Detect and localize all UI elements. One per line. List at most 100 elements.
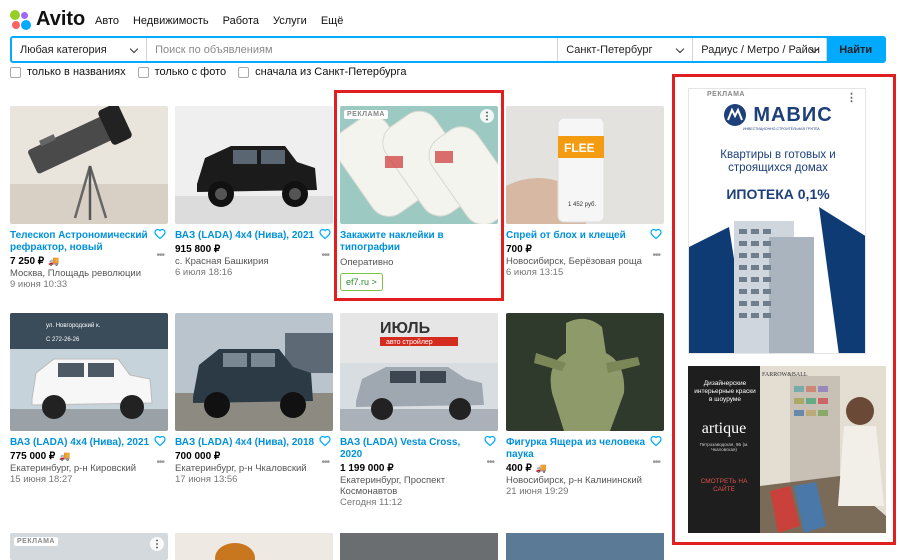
nav-auto[interactable]: Авто bbox=[95, 15, 119, 27]
photo-sign-2: С 272-26-26 bbox=[46, 337, 80, 343]
avito-logo[interactable]: Avito bbox=[10, 8, 85, 31]
more-options-icon[interactable]: ••• bbox=[156, 457, 164, 468]
favorite-heart-icon[interactable] bbox=[154, 228, 166, 240]
listing-location: Москва, Площадь революции bbox=[10, 268, 142, 279]
ad-photo-partial[interactable]: РЕКЛАМА ⋮ bbox=[10, 533, 168, 560]
listing-price: 7 250 ₽ 🚚 bbox=[10, 256, 168, 267]
more-options-icon[interactable]: ••• bbox=[156, 250, 164, 261]
listing-location: Екатеринбург, р-н Чкаловский bbox=[175, 463, 307, 474]
search-filters: только в названиях только с фото сначала… bbox=[10, 66, 406, 78]
listing-title[interactable]: ВАЗ (LADA) Vesta Cross, 2020 bbox=[340, 437, 480, 461]
photo-banner-2: авто стройлер bbox=[386, 338, 433, 346]
checkbox-icon[interactable] bbox=[238, 66, 250, 78]
avito-logo-icon bbox=[10, 9, 32, 31]
ad-label: РЕКЛАМА bbox=[344, 110, 388, 119]
more-options-icon[interactable]: ⋮ bbox=[480, 109, 494, 123]
checkbox-icon[interactable] bbox=[10, 66, 21, 78]
category-select[interactable]: Любая категория bbox=[12, 38, 148, 61]
more-options-icon[interactable]: ⋮ bbox=[150, 537, 164, 551]
more-options-icon[interactable]: ••• bbox=[321, 250, 329, 261]
radius-select[interactable]: Радиус / Метро / Район bbox=[693, 38, 828, 61]
filter-label: сначала из Санкт-Петербурга bbox=[255, 66, 407, 78]
search-input[interactable] bbox=[155, 43, 558, 56]
listing-photo[interactable]: ИЮЛЬ авто стройлер bbox=[340, 313, 498, 431]
listing-title[interactable]: Фигурка Ящера из человека паука bbox=[506, 437, 646, 461]
listing-card[interactable]: ул. Новгородский к. С 272-26-26 ВАЗ (LAD… bbox=[10, 313, 168, 485]
listing-date: Сегодня 11:12 bbox=[340, 497, 403, 508]
listing-photo-partial[interactable] bbox=[175, 533, 333, 560]
city-select[interactable]: Санкт-Петербург bbox=[558, 38, 694, 61]
nav-realty[interactable]: Недвижимость bbox=[133, 15, 209, 27]
listing-photo[interactable]: FLEE 1 452 руб. bbox=[506, 106, 664, 224]
mavis-text: Квартиры в готовых и строящихся домах bbox=[720, 149, 836, 174]
favorite-heart-icon[interactable] bbox=[650, 435, 662, 447]
listing-title[interactable]: Телескоп Астрономический рефрактор, новы… bbox=[10, 230, 150, 254]
listing-location: Екатеринбург, р-н Кировский bbox=[10, 463, 137, 474]
search-bar: Любая категория Санкт-Петербург Радиус /… bbox=[10, 36, 886, 63]
ad-title[interactable]: Закажите наклейки в типографии bbox=[340, 230, 480, 254]
listing-card[interactable]: Телескоп Астрономический рефрактор, новы… bbox=[10, 106, 168, 290]
listing-title[interactable]: Спрей от блох и клещей bbox=[506, 230, 646, 242]
listing-card[interactable]: ВАЗ (LADA) 4x4 (Нива), 2021 915 800 ₽ с.… bbox=[175, 106, 333, 278]
ad-banner-artique[interactable]: FARROW&BALL Дизайнерские интерьерные кра… bbox=[688, 366, 886, 533]
radius-select-value: Радиус / Метро / Район bbox=[701, 43, 820, 56]
artique-cta[interactable]: СМОТРЕТЬ НА САЙТЕ bbox=[694, 478, 754, 494]
artique-brand: artique bbox=[701, 420, 747, 437]
listing-title[interactable]: ВАЗ (LADA) 4x4 (Нива), 2018 bbox=[175, 437, 315, 449]
listing-price: 775 000 ₽ 🚚 bbox=[10, 451, 168, 462]
listing-date: 15 июня 18:27 bbox=[10, 474, 73, 485]
listing-photo[interactable] bbox=[10, 106, 168, 224]
farrow-ball-brand: FARROW&BALL bbox=[762, 372, 808, 378]
filter-label: только с фото bbox=[154, 66, 227, 78]
listing-location: Екатеринбург, Проспект Космонавтов bbox=[340, 475, 446, 497]
listing-price-value: 1 199 000 ₽ bbox=[340, 463, 394, 474]
listing-location: Новосибирск, р-н Калининский bbox=[506, 475, 642, 486]
mavis-brand: МАВИС bbox=[753, 103, 833, 126]
listing-price-value: 7 250 ₽ bbox=[10, 256, 45, 267]
filter-spb-first[interactable]: сначала из Санкт-Петербурга bbox=[238, 66, 406, 78]
filter-titles-only[interactable]: только в названиях bbox=[10, 66, 126, 78]
listing-card[interactable]: Фигурка Ящера из человека паука 400 ₽ 🚚 Н… bbox=[506, 313, 664, 497]
listing-date: 21 июня 19:29 bbox=[506, 486, 569, 497]
listing-price: 700 000 ₽ bbox=[175, 451, 333, 462]
nav-services[interactable]: Услуги bbox=[273, 15, 307, 27]
listing-date: 6 июля 13:15 bbox=[506, 267, 564, 278]
search-button[interactable]: Найти bbox=[827, 38, 884, 61]
listing-photo[interactable] bbox=[175, 313, 333, 431]
listing-title[interactable]: ВАЗ (LADA) 4x4 (Нива), 2021 bbox=[175, 230, 315, 242]
ad-photo[interactable]: РЕКЛАМА ⋮ bbox=[340, 106, 498, 224]
listing-card[interactable]: ИЮЛЬ авто стройлер ВАЗ (LADA) Vesta Cros… bbox=[340, 313, 498, 508]
listing-price-value: 700 ₽ bbox=[506, 244, 532, 255]
more-options-icon[interactable]: ••• bbox=[321, 457, 329, 468]
ad-banner-mavis[interactable]: РЕКЛАМА ⋮ МАВИС ИНВЕСТИЦИОННО-СТРОИТЕЛЬН… bbox=[688, 88, 866, 354]
nav-more[interactable]: Ещё bbox=[321, 15, 344, 27]
listing-card[interactable]: FLEE 1 452 руб. Спрей от блох и клещей 7… bbox=[506, 106, 664, 278]
listing-photo[interactable]: ул. Новгородский к. С 272-26-26 bbox=[10, 313, 168, 431]
favorite-heart-icon[interactable] bbox=[154, 435, 166, 447]
filter-with-photo[interactable]: только с фото bbox=[137, 66, 227, 78]
more-options-icon[interactable]: ••• bbox=[652, 457, 660, 468]
listing-title[interactable]: ВАЗ (LADA) 4x4 (Нива), 2021 bbox=[10, 437, 150, 449]
listing-photo-partial[interactable] bbox=[506, 533, 664, 560]
more-options-icon[interactable]: ••• bbox=[652, 250, 660, 261]
favorite-heart-icon[interactable] bbox=[319, 435, 331, 447]
listing-location: с. Красная Башкирия bbox=[175, 256, 269, 267]
listing-card[interactable]: ВАЗ (LADA) 4x4 (Нива), 2018 700 000 ₽ Ек… bbox=[175, 313, 333, 485]
favorite-heart-icon[interactable] bbox=[484, 435, 496, 447]
listing-photo[interactable] bbox=[506, 313, 664, 431]
mavis-logo: МАВИС bbox=[689, 103, 865, 127]
listing-price-value: 400 ₽ bbox=[506, 463, 532, 474]
ad-link-button[interactable]: ef7.ru > bbox=[340, 273, 383, 291]
favorite-heart-icon[interactable] bbox=[650, 228, 662, 240]
listing-price: 400 ₽ 🚚 bbox=[506, 463, 664, 474]
inline-ad-card[interactable]: РЕКЛАМА ⋮ Закажите наклейки в типографии… bbox=[340, 106, 498, 291]
photo-sign-1: ул. Новгородский к. bbox=[46, 322, 101, 329]
nav-jobs[interactable]: Работа bbox=[223, 15, 259, 27]
more-options-icon[interactable]: ••• bbox=[486, 457, 494, 468]
delivery-truck-icon: 🚚 bbox=[535, 463, 548, 473]
favorite-heart-icon[interactable] bbox=[319, 228, 331, 240]
listing-photo[interactable] bbox=[175, 106, 333, 224]
checkbox-icon[interactable] bbox=[137, 66, 149, 78]
listing-photo-partial[interactable] bbox=[340, 533, 498, 560]
artique-text: Дизайнерские интерьерные краски в шоурум… bbox=[694, 380, 756, 403]
